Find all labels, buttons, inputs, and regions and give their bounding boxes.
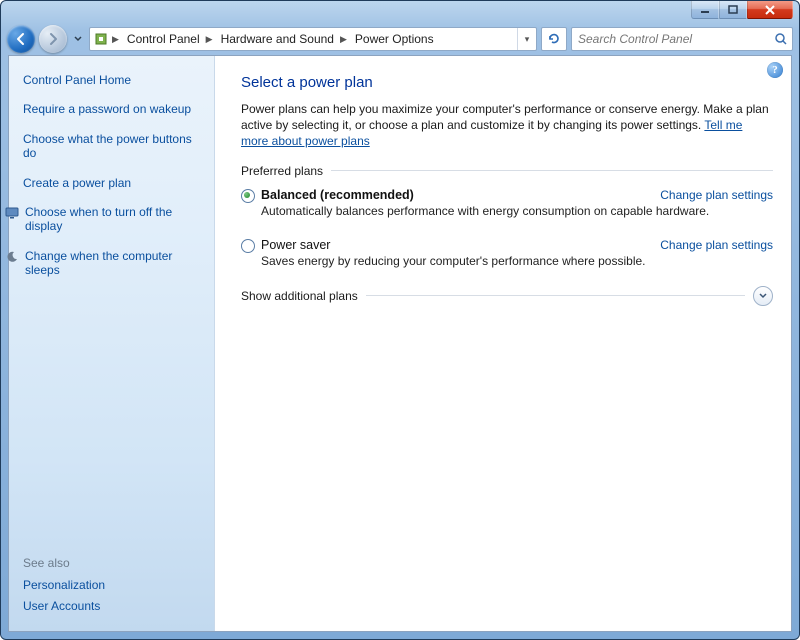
caption-buttons <box>691 1 797 19</box>
additional-plans-toggle[interactable]: Show additional plans <box>241 286 773 306</box>
sidebar-link-power-buttons[interactable]: Choose what the power buttons do <box>23 132 204 161</box>
change-plan-settings-link[interactable]: Change plan settings <box>660 238 773 252</box>
search-placeholder: Search Control Panel <box>572 32 770 46</box>
search-input[interactable]: Search Control Panel <box>571 27 793 51</box>
see-also-user-accounts[interactable]: User Accounts <box>23 599 105 613</box>
back-button[interactable] <box>7 25 35 53</box>
main-panel: ? Select a power plan Power plans can he… <box>215 56 791 631</box>
content-area: Control Panel Home Require a password on… <box>8 55 792 632</box>
breadcrumb-item[interactable]: Control Panel <box>121 32 204 46</box>
page-description: Power plans can help you maximize your c… <box>241 101 773 150</box>
sidebar-link-sleep[interactable]: Change when the computer sleeps <box>5 249 204 278</box>
chevron-right-icon: ▶ <box>338 34 349 45</box>
plan-name: Balanced (recommended) <box>261 188 414 202</box>
divider <box>331 170 773 171</box>
address-bar[interactable]: ▶ Control Panel ▶ Hardware and Sound ▶ P… <box>89 27 537 51</box>
search-icon <box>770 32 792 46</box>
change-plan-settings-link[interactable]: Change plan settings <box>660 188 773 202</box>
chevron-down-icon <box>74 35 82 43</box>
page-description-text: Power plans can help you maximize your c… <box>241 102 769 132</box>
arrow-right-icon <box>46 32 60 46</box>
refresh-button[interactable] <box>541 27 567 51</box>
expand-button[interactable] <box>753 286 773 306</box>
refresh-icon <box>547 32 561 46</box>
plan-radio[interactable] <box>241 189 255 203</box>
additional-plans-label: Show additional plans <box>241 289 358 303</box>
see-also-section: See also Personalization User Accounts <box>23 556 105 619</box>
help-button[interactable]: ? <box>767 62 783 78</box>
plan-name: Power saver <box>261 238 330 252</box>
monitor-icon <box>5 206 19 220</box>
plan-radio[interactable] <box>241 239 255 253</box>
minimize-button[interactable] <box>691 1 719 19</box>
window-frame: ▶ Control Panel ▶ Hardware and Sound ▶ P… <box>0 0 800 640</box>
arrow-left-icon <box>14 32 28 46</box>
power-plan-power-saver: Power saver Change plan settings Saves e… <box>241 232 773 282</box>
sidebar-link-label: Choose when to turn off the display <box>25 205 204 234</box>
sidebar-link-turn-off-display[interactable]: Choose when to turn off the display <box>5 205 204 234</box>
sidebar-link-create-plan[interactable]: Create a power plan <box>23 176 204 190</box>
sidebar-link-require-password[interactable]: Require a password on wakeup <box>23 102 204 116</box>
sidebar: Control Panel Home Require a password on… <box>9 56 215 631</box>
chevron-right-icon: ▶ <box>204 34 215 45</box>
navigation-bar: ▶ Control Panel ▶ Hardware and Sound ▶ P… <box>1 23 799 55</box>
page-title: Select a power plan <box>241 74 773 91</box>
power-plan-balanced: Balanced (recommended) Change plan setti… <box>241 182 773 232</box>
forward-button[interactable] <box>39 25 67 53</box>
maximize-button[interactable] <box>719 1 747 19</box>
nav-history-dropdown[interactable] <box>71 25 85 53</box>
breadcrumb-item[interactable]: Power Options <box>349 32 438 46</box>
address-dropdown[interactable]: ▾ <box>517 28 536 50</box>
close-button[interactable] <box>747 1 793 19</box>
see-also-personalization[interactable]: Personalization <box>23 578 105 592</box>
plan-description: Saves energy by reducing your computer's… <box>261 254 773 268</box>
plan-description: Automatically balances performance with … <box>261 204 773 218</box>
control-panel-icon <box>92 32 110 46</box>
divider <box>366 295 745 296</box>
sidebar-link-label: Change when the computer sleeps <box>25 249 204 278</box>
sidebar-home[interactable]: Control Panel Home <box>23 73 204 87</box>
chevron-down-icon <box>759 292 767 300</box>
chevron-right-icon: ▶ <box>110 34 121 45</box>
preferred-plans-label: Preferred plans <box>241 164 323 178</box>
breadcrumb-item[interactable]: Hardware and Sound <box>215 32 338 46</box>
preferred-plans-heading: Preferred plans <box>241 164 773 178</box>
title-bar <box>1 1 799 23</box>
see-also-heading: See also <box>23 556 105 570</box>
moon-icon <box>5 250 19 264</box>
